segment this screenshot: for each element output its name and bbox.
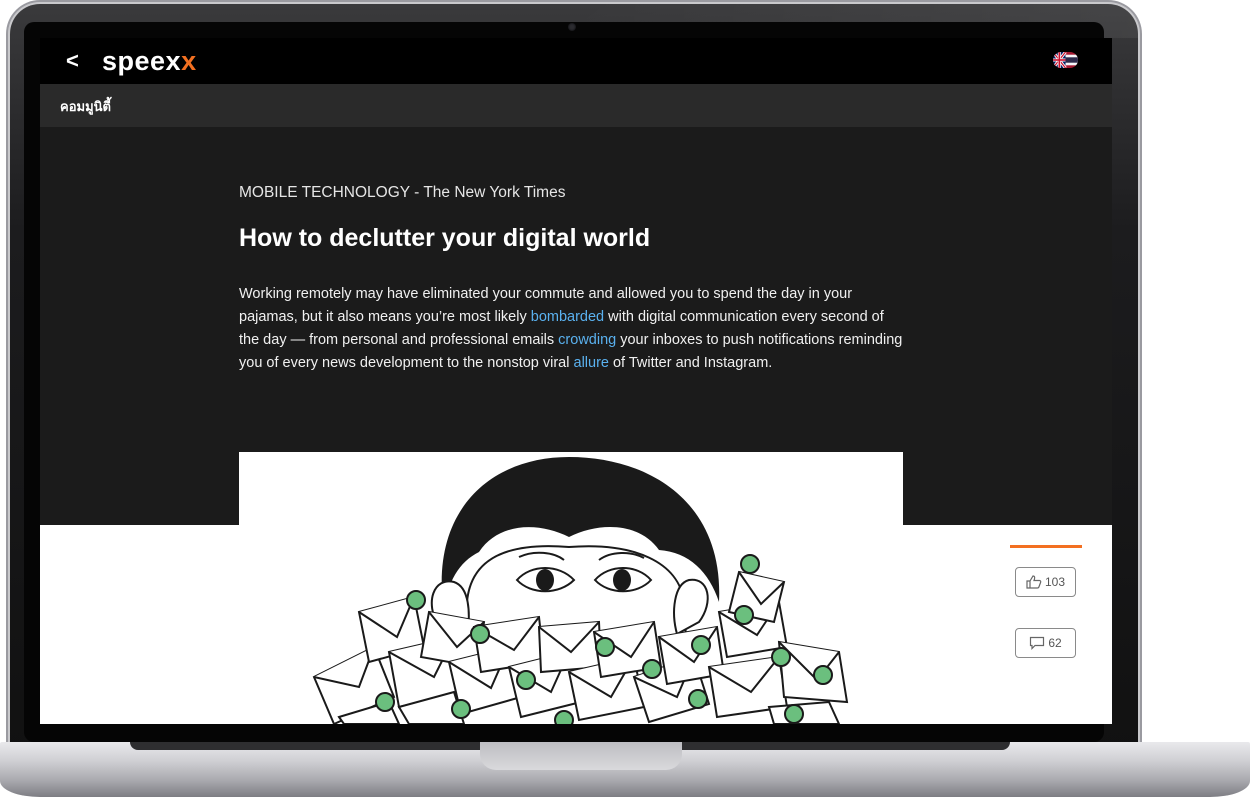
article-kicker: MOBILE TECHNOLOGY - The New York Times (239, 184, 566, 201)
webcam-icon (568, 23, 576, 31)
article-illustration (239, 452, 903, 724)
engagement-divider (1010, 545, 1082, 548)
community-tab[interactable]: คอมมูนิตี้ (60, 96, 111, 117)
article-body: Working remotely may have eliminated you… (239, 283, 904, 375)
vocab-link-allure[interactable]: allure (574, 355, 609, 371)
comment-count: 62 (1048, 636, 1062, 650)
person-buried-in-emails-illustration (312, 457, 849, 724)
community-subnav: คอมมูนิตี้ (40, 84, 1112, 127)
top-bar: < speexx (40, 38, 1112, 84)
chevron-left-icon[interactable]: < (66, 49, 79, 73)
vocab-link-crowding[interactable]: crowding (558, 332, 616, 348)
app-screen: < speexx คอมมูนิตี้ MOBILE TECHNOLOGY - … (40, 38, 1112, 724)
laptop-notch (480, 742, 682, 770)
logo-accent: x (181, 46, 197, 76)
speexx-logo: speexx (102, 46, 197, 76)
language-flag-icon[interactable] (1053, 52, 1078, 68)
like-button[interactable]: 103 (1015, 567, 1076, 597)
speech-bubble-icon (1030, 636, 1045, 650)
article-title: How to declutter your digital world (239, 224, 651, 252)
logo-main: speex (102, 46, 182, 76)
thumbs-up-icon (1026, 575, 1042, 589)
body-text: of Twitter and Instagram. (608, 355, 773, 371)
comment-button[interactable]: 62 (1015, 628, 1076, 658)
vocab-link-bombarded[interactable]: bombarded (531, 309, 604, 325)
like-count: 103 (1044, 575, 1066, 589)
